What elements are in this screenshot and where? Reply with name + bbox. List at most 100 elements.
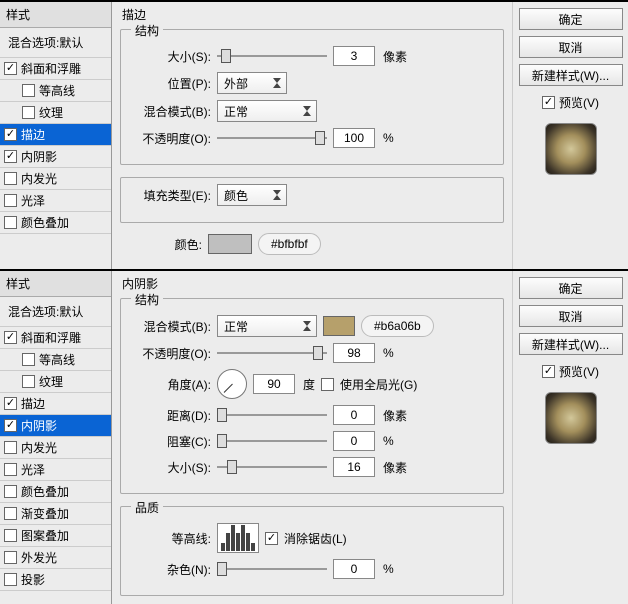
distance-slider[interactable]	[217, 408, 327, 422]
position-dropdown[interactable]: 外部	[217, 72, 287, 94]
blendmode-dropdown[interactable]: 正常	[217, 315, 317, 337]
checkbox-icon[interactable]	[4, 507, 17, 520]
style-inner-shadow[interactable]: 内阴影	[0, 415, 111, 437]
style-stroke[interactable]: 描边	[0, 393, 111, 415]
checkbox-icon[interactable]	[4, 216, 17, 229]
contour-picker[interactable]	[217, 523, 259, 553]
ok-button[interactable]: 确定	[519, 277, 623, 299]
new-style-button[interactable]: 新建样式(W)...	[519, 333, 623, 355]
checkbox-icon[interactable]	[4, 150, 17, 163]
global-light-label: 使用全局光(G)	[340, 376, 417, 393]
dropdown-value: 颜色	[224, 187, 248, 204]
filltype-dropdown[interactable]: 颜色	[217, 184, 287, 206]
noise-input[interactable]	[333, 559, 375, 579]
distance-input[interactable]	[333, 405, 375, 425]
opacity-slider[interactable]	[217, 131, 327, 145]
style-contour[interactable]: 等高线	[0, 80, 111, 102]
checkbox-icon[interactable]	[542, 365, 555, 378]
style-color-overlay[interactable]: 颜色叠加	[0, 212, 111, 234]
style-stroke[interactable]: 描边	[0, 124, 111, 146]
opacity-input[interactable]	[333, 343, 375, 363]
checkbox-icon[interactable]	[4, 128, 17, 141]
cancel-button[interactable]: 取消	[519, 36, 623, 58]
style-label: 描边	[21, 395, 45, 412]
checkbox-icon[interactable]	[4, 62, 17, 75]
color-hex: #b6a06b	[361, 315, 434, 337]
noise-slider[interactable]	[217, 562, 327, 576]
checkbox-icon[interactable]	[4, 529, 17, 542]
checkbox-icon[interactable]	[4, 441, 17, 454]
size-slider[interactable]	[217, 460, 327, 474]
ok-button[interactable]: 确定	[519, 8, 623, 30]
checkbox-icon[interactable]	[22, 375, 35, 388]
checkbox-icon[interactable]	[542, 96, 555, 109]
blending-options[interactable]: 混合选项:默认	[0, 297, 111, 327]
cancel-button[interactable]: 取消	[519, 305, 623, 327]
style-outer-glow[interactable]: 外发光	[0, 547, 111, 569]
style-label: 内阴影	[21, 417, 57, 434]
style-drop-shadow[interactable]: 投影	[0, 569, 111, 591]
opacity-label: 不透明度(O):	[129, 345, 211, 362]
opacity-unit: %	[383, 131, 394, 145]
fieldset-structure: 结构 大小(S): 像素 位置(P): 外部 混合模式(B): 正常 不透明度(…	[120, 29, 504, 165]
choke-slider[interactable]	[217, 434, 327, 448]
fieldset-label: 结构	[131, 22, 163, 39]
style-bevel[interactable]: 斜面和浮雕	[0, 327, 111, 349]
preview-label: 预览(V)	[559, 363, 599, 380]
size-slider[interactable]	[217, 49, 327, 63]
style-bevel[interactable]: 斜面和浮雕	[0, 58, 111, 80]
preview-toggle[interactable]: 预览(V)	[542, 94, 599, 111]
color-swatch[interactable]	[208, 234, 252, 254]
new-style-button[interactable]: 新建样式(W)...	[519, 64, 623, 86]
fieldset-label: 品质	[131, 499, 163, 516]
style-satin[interactable]: 光泽	[0, 459, 111, 481]
checkbox-icon[interactable]	[4, 463, 17, 476]
preview-toggle[interactable]: 预览(V)	[542, 363, 599, 380]
style-label: 投影	[21, 571, 45, 588]
checkbox-icon[interactable]	[4, 397, 17, 410]
style-contour[interactable]: 等高线	[0, 349, 111, 371]
checkbox-icon[interactable]	[4, 172, 17, 185]
color-swatch[interactable]	[323, 316, 355, 336]
style-label: 渐变叠加	[21, 505, 69, 522]
blendmode-dropdown[interactable]: 正常	[217, 100, 317, 122]
panel-inner-shadow: 样式 混合选项:默认 斜面和浮雕 等高线 纹理 描边 内阴影 内发光 光泽 颜色…	[0, 269, 628, 604]
size-input[interactable]	[333, 46, 375, 66]
style-label: 颜色叠加	[21, 483, 69, 500]
dropdown-value: 正常	[224, 318, 248, 335]
angle-dial[interactable]	[217, 369, 247, 399]
style-color-overlay[interactable]: 颜色叠加	[0, 481, 111, 503]
checkbox-icon[interactable]	[4, 573, 17, 586]
checkbox-icon[interactable]	[4, 485, 17, 498]
style-texture[interactable]: 纹理	[0, 371, 111, 393]
style-label: 图案叠加	[21, 527, 69, 544]
checkbox-icon[interactable]	[4, 419, 17, 432]
angle-input[interactable]	[253, 374, 295, 394]
style-label: 等高线	[39, 82, 75, 99]
choke-input[interactable]	[333, 431, 375, 451]
checkbox-icon[interactable]	[22, 353, 35, 366]
global-light-checkbox[interactable]	[321, 378, 334, 391]
checkbox-icon[interactable]	[4, 551, 17, 564]
blending-options[interactable]: 混合选项:默认	[0, 28, 111, 58]
style-pattern-overlay[interactable]: 图案叠加	[0, 525, 111, 547]
opacity-unit: %	[383, 346, 394, 360]
fieldset-label: 结构	[131, 291, 163, 308]
checkbox-icon[interactable]	[4, 331, 17, 344]
style-gradient-overlay[interactable]: 渐变叠加	[0, 503, 111, 525]
checkbox-icon[interactable]	[22, 106, 35, 119]
size-input[interactable]	[333, 457, 375, 477]
noise-unit: %	[383, 562, 394, 576]
antialias-checkbox[interactable]	[265, 532, 278, 545]
style-texture[interactable]: 纹理	[0, 102, 111, 124]
checkbox-icon[interactable]	[22, 84, 35, 97]
checkbox-icon[interactable]	[4, 194, 17, 207]
style-inner-shadow[interactable]: 内阴影	[0, 146, 111, 168]
style-inner-glow[interactable]: 内发光	[0, 168, 111, 190]
style-inner-glow[interactable]: 内发光	[0, 437, 111, 459]
opacity-input[interactable]	[333, 128, 375, 148]
size-unit: 像素	[383, 459, 407, 476]
style-satin[interactable]: 光泽	[0, 190, 111, 212]
position-label: 位置(P):	[129, 75, 211, 92]
opacity-slider[interactable]	[217, 346, 327, 360]
